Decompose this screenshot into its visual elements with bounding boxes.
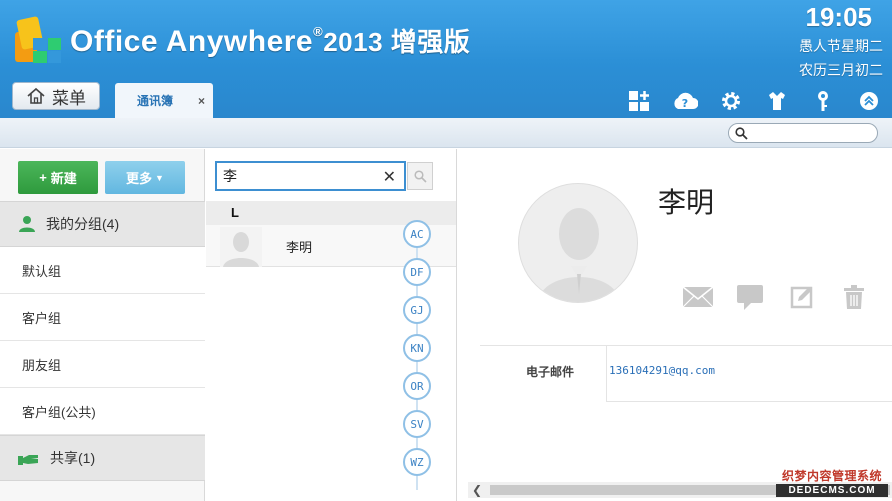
email-label: 电子邮件 — [526, 365, 575, 379]
index-gj[interactable]: GJ — [403, 296, 431, 324]
more-button[interactable]: 更多 ▼ — [105, 161, 185, 194]
lunar-date-text: 农历三月初二 — [799, 62, 883, 78]
tab-close-icon[interactable]: × — [198, 94, 205, 108]
tab-address-book[interactable]: 通讯簿 × — [115, 83, 213, 118]
divider — [606, 346, 607, 402]
chat-icon[interactable] — [734, 283, 766, 311]
contact-search-input[interactable]: 李 ✕ — [215, 161, 406, 191]
menu-button[interactable]: 菜单 — [12, 82, 100, 110]
toolbar: ? — [626, 88, 882, 114]
index-kn[interactable]: KN — [403, 334, 431, 362]
search-icon — [735, 127, 748, 140]
contact-detail-name: 李明 — [658, 187, 715, 218]
index-df[interactable]: DF — [403, 258, 431, 286]
avatar — [220, 227, 262, 267]
mail-icon[interactable] — [682, 283, 714, 311]
date-text: 愚人节星期二 — [799, 38, 883, 54]
index-wz[interactable]: WZ — [403, 448, 431, 476]
contact-detail-panel: 李明 电子邮件 136104291@qq.com ❮ — [458, 149, 892, 501]
search-button[interactable] — [407, 162, 433, 190]
new-button[interactable]: + 新建 — [18, 161, 98, 194]
divider — [606, 401, 892, 402]
caret-down-icon: ▼ — [155, 172, 164, 183]
index-or[interactable]: OR — [403, 372, 431, 400]
group-item-customers[interactable]: 客户组 — [0, 294, 205, 341]
plus-icon: + — [39, 170, 47, 185]
share-hand-icon — [18, 455, 38, 465]
home-icon — [27, 87, 45, 104]
office-logo-icon — [15, 16, 61, 63]
index-sv[interactable]: SV — [403, 410, 431, 438]
brand-title: Office Anywhere®2013 增强版 — [70, 24, 471, 58]
group-item-friends[interactable]: 朋友组 — [0, 341, 205, 388]
menu-label: 菜单 — [52, 88, 86, 108]
svg-text:?: ? — [682, 97, 688, 110]
key-icon[interactable] — [810, 88, 836, 114]
index-ac[interactable]: AC — [403, 220, 431, 248]
edit-icon[interactable] — [786, 283, 818, 311]
person-silhouette-icon — [537, 208, 621, 302]
global-search-input[interactable] — [728, 123, 878, 143]
clock-time: 19:05 — [805, 2, 873, 32]
shared-header[interactable]: 共享(1) — [0, 435, 205, 481]
trash-icon[interactable] — [838, 283, 870, 311]
apps-icon[interactable] — [626, 88, 652, 114]
contact-name: 李明 — [286, 240, 313, 255]
my-groups-header[interactable]: 我的分组(4) — [0, 201, 205, 247]
clear-search-icon[interactable]: ✕ — [383, 167, 396, 187]
search-strip — [0, 118, 892, 148]
watermark: 织梦内容管理系统 DEDECMS.COM — [776, 467, 888, 497]
group-sidebar: + 新建 更多 ▼ 我的分组(4) 默认组 客户组 朋友组 客户组(公共) 共享… — [0, 149, 205, 501]
contact-actions — [682, 283, 870, 311]
shirt-icon[interactable] — [764, 88, 790, 114]
group-item-default[interactable]: 默认组 — [0, 247, 205, 294]
settings-icon[interactable] — [718, 88, 744, 114]
email-value[interactable]: 136104291@qq.com — [609, 364, 715, 377]
cloud-help-icon[interactable]: ? — [672, 88, 698, 114]
group-item-public-customers[interactable]: 客户组(公共) — [0, 388, 205, 435]
contact-photo — [518, 183, 638, 303]
app-header: Office Anywhere®2013 增强版 19:05 愚人节星期二 农历… — [0, 0, 892, 118]
search-icon — [413, 169, 427, 183]
collapse-icon[interactable] — [856, 88, 882, 114]
divider — [480, 345, 892, 346]
tab-label: 通讯簿 — [137, 94, 174, 108]
user-icon — [19, 216, 35, 232]
scroll-left-icon[interactable]: ❮ — [472, 482, 482, 498]
